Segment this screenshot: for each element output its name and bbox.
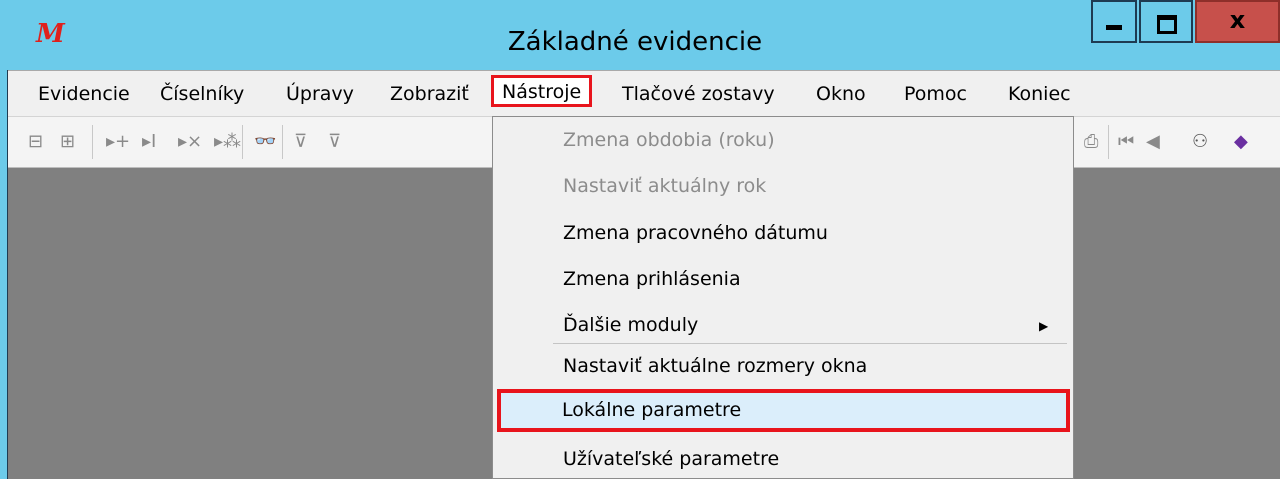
menu-bar: Evidencie Číselníky Úpravy Zobraziť Nást…	[8, 70, 1280, 117]
collapse-icon[interactable]: ⊟	[28, 131, 43, 153]
prev-record-icon[interactable]: ◀	[1146, 131, 1160, 153]
add-record-icon[interactable]: ▸+	[106, 131, 130, 153]
menuitem-nastavit-aktualny-rok[interactable]: Nastaviť aktuálny rok	[563, 174, 766, 198]
menu-separator	[553, 343, 1067, 344]
maximize-icon	[1157, 15, 1177, 34]
toolbar-separator	[242, 125, 243, 159]
filter-icon[interactable]: ⊽	[294, 131, 307, 153]
menuitem-uzivatelske-parametre[interactable]: Užívateľské parametre	[563, 447, 779, 471]
menu-koniec[interactable]: Koniec	[1008, 83, 1071, 105]
menu-zobrazit[interactable]: Zobraziť	[390, 83, 469, 105]
find-icon[interactable]: 👓	[254, 131, 276, 153]
print-icon[interactable]: ⎙	[1084, 131, 1098, 153]
menuitem-dalsie-moduly[interactable]: Ďalšie moduly	[563, 313, 698, 337]
menu-tlacove-zostavy[interactable]: Tlačové zostavy	[622, 83, 775, 105]
menu-upravy[interactable]: Úpravy	[286, 83, 354, 105]
title-bar[interactable]: M Základné evidencie x	[0, 0, 1280, 70]
copy-record-icon[interactable]: ▸⁂	[214, 131, 241, 153]
menu-ciselniky[interactable]: Číselníky	[160, 83, 244, 105]
first-record-icon[interactable]: ⏮	[1118, 131, 1134, 153]
close-button[interactable]: x	[1195, 0, 1280, 43]
menu-okno[interactable]: Okno	[816, 83, 866, 105]
menuitem-lokalne-parametre-label: Lokálne parametre	[562, 399, 742, 421]
submenu-arrow-icon: ▶	[1039, 319, 1049, 333]
close-icon: x	[1229, 6, 1246, 34]
toolbar-separator	[282, 125, 283, 159]
minimize-icon	[1106, 25, 1122, 30]
window-title: Základné evidencie	[507, 27, 763, 57]
toolbar-separator	[92, 125, 93, 159]
toolbar-separator	[1108, 125, 1109, 159]
minimize-button[interactable]	[1091, 0, 1137, 43]
menuitem-zmena-pracovneho-datumu[interactable]: Zmena pracovného dátumu	[563, 221, 828, 245]
menu-nastroje[interactable]: Nástroje	[491, 75, 593, 107]
insert-record-icon[interactable]: ▸I	[142, 131, 156, 153]
main-window: M Základné evidencie x Evidencie Číselní…	[0, 0, 1280, 479]
expand-icon[interactable]: ⊞	[60, 131, 75, 153]
maximize-button[interactable]	[1139, 0, 1193, 43]
menuitem-zmena-prihlasenia[interactable]: Zmena prihlásenia	[563, 267, 741, 291]
filter-edit-icon[interactable]: ⊽	[328, 131, 341, 153]
menuitem-lokalne-parametre[interactable]: Lokálne parametre	[497, 389, 1070, 432]
window-left-border	[0, 70, 8, 479]
search-people-icon[interactable]: ⚇	[1192, 131, 1208, 153]
menu-evidencie[interactable]: Evidencie	[38, 83, 130, 105]
delete-record-icon[interactable]: ▸×	[178, 131, 202, 153]
help-book-icon[interactable]: ◆	[1234, 131, 1248, 153]
menuitem-nastavit-rozmery-okna[interactable]: Nastaviť aktuálne rozmery okna	[563, 354, 867, 378]
menuitem-zmena-obdobia[interactable]: Zmena obdobia (roku)	[563, 128, 775, 152]
menu-pomoc[interactable]: Pomoc	[904, 83, 967, 105]
